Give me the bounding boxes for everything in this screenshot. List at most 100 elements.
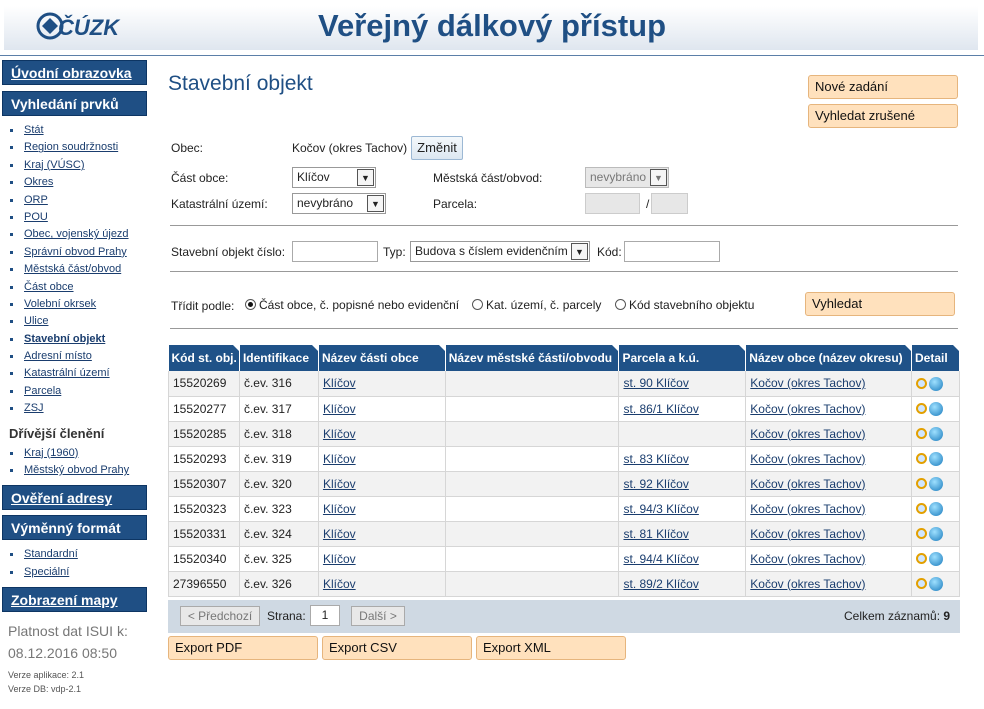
parcela-link[interactable]: st. 81 Klíčov [623, 527, 688, 541]
globe-icon[interactable] [928, 551, 943, 566]
cast-obce-link[interactable]: Klíčov [323, 376, 356, 390]
cast-obce-link[interactable]: Klíčov [323, 427, 356, 441]
column-header[interactable]: Název městské části/obvodu [445, 345, 620, 371]
nav-home[interactable]: Úvodní obrazovka [2, 60, 147, 85]
katastralni-uzemi-select[interactable]: nevybráno ▼ [292, 193, 386, 214]
nav-item-pou[interactable]: POU [10, 209, 150, 226]
cast-obce-link[interactable]: Klíčov [323, 527, 356, 541]
obec-link[interactable]: Kočov (okres Tachov) [750, 577, 865, 591]
nav-map[interactable]: Zobrazení mapy [2, 587, 147, 613]
magnifier-icon[interactable] [915, 553, 927, 565]
sort-by-kod-radio[interactable]: Kód stavebního objektu [615, 298, 754, 312]
nav-item-zsj[interactable]: ZSJ [10, 400, 150, 417]
cast-obce-link[interactable]: Klíčov [323, 402, 356, 416]
nav-item-orp[interactable]: ORP [10, 192, 150, 209]
nav-item-standard[interactable]: Standardní [10, 546, 150, 563]
mestska-cast-select[interactable]: nevybráno ▼ [585, 167, 669, 188]
nav-item-obec[interactable]: Obec, vojenský újezd [10, 226, 150, 243]
stavebni-objekt-input[interactable] [292, 241, 378, 262]
magnifier-icon[interactable] [915, 578, 927, 590]
cast-obce-link[interactable]: Klíčov [323, 502, 356, 516]
nav-item-kraj[interactable]: Kraj (VÚSC) [10, 157, 150, 174]
kod-cell: 15520285 [168, 421, 240, 447]
nav-item-mestsky-obvod[interactable]: Městský obvod Prahy [10, 462, 150, 479]
change-obec-button[interactable]: Změnit [411, 136, 463, 160]
nav-item-kraj-1960[interactable]: Kraj (1960) [10, 445, 150, 462]
globe-icon[interactable] [928, 401, 943, 416]
nav-item-ulice[interactable]: Ulice [10, 313, 150, 330]
column-header[interactable]: Detail [911, 345, 961, 371]
detail-cell [910, 571, 961, 597]
parcela-link[interactable]: st. 86/1 Klíčov [623, 402, 698, 416]
magnifier-icon[interactable] [915, 403, 927, 415]
obec-link[interactable]: Kočov (okres Tachov) [750, 502, 865, 516]
nav-item-stavebni-objekt[interactable]: Stavební objekt [10, 331, 150, 348]
globe-icon[interactable] [928, 576, 943, 591]
page-input[interactable]: 1 [310, 605, 340, 626]
obec-link[interactable]: Kočov (okres Tachov) [750, 527, 865, 541]
globe-icon[interactable] [928, 376, 943, 391]
parcela-link[interactable]: st. 90 Klíčov [623, 376, 688, 390]
magnifier-icon[interactable] [915, 478, 927, 490]
nav-item-spravni-obvod[interactable]: Správní obvod Prahy [10, 244, 150, 261]
obec-link[interactable]: Kočov (okres Tachov) [750, 452, 865, 466]
globe-icon[interactable] [928, 526, 943, 541]
cast-obce-link[interactable]: Klíčov [323, 452, 356, 466]
search-cancelled-button[interactable]: Vyhledat zrušené [808, 104, 958, 128]
nav-item-mestska-cast[interactable]: Městská část/obvod [10, 261, 150, 278]
search-button[interactable]: Vyhledat [805, 292, 955, 316]
nav-verify-address[interactable]: Ověření adresy [2, 485, 147, 511]
cast-obce-link[interactable]: Klíčov [323, 577, 356, 591]
parcela-link[interactable]: st. 89/2 Klíčov [623, 577, 698, 591]
column-header[interactable]: Název části obce [318, 345, 446, 371]
magnifier-icon[interactable] [915, 428, 927, 440]
obec-link[interactable]: Kočov (okres Tachov) [750, 427, 865, 441]
export-xml-button[interactable]: Export XML [476, 636, 626, 660]
obec-link[interactable]: Kočov (okres Tachov) [750, 552, 865, 566]
cast-obce-link[interactable]: Klíčov [323, 477, 356, 491]
obec-link[interactable]: Kočov (okres Tachov) [750, 477, 865, 491]
sort-by-kat-uzemi-radio[interactable]: Kat. území, č. parcely [472, 298, 601, 312]
column-header[interactable]: Název obce (název okresu) [745, 345, 912, 371]
nav-item-special[interactable]: Speciální [10, 564, 150, 581]
column-header[interactable]: Kód st. obj. [168, 345, 240, 371]
magnifier-icon[interactable] [915, 453, 927, 465]
kod-input[interactable] [624, 241, 720, 262]
app-version: Verze aplikace: 2.1 [8, 670, 85, 681]
parcela-link[interactable]: st. 92 Klíčov [623, 477, 688, 491]
export-csv-button[interactable]: Export CSV [322, 636, 472, 660]
cast-obce-link[interactable]: Klíčov [323, 552, 356, 566]
next-page-button[interactable]: Další > [351, 606, 405, 626]
nav-item-region[interactable]: Region soudržnosti [10, 139, 150, 156]
new-search-button[interactable]: Nové zadání [808, 75, 958, 99]
globe-icon[interactable] [928, 501, 943, 516]
typ-select[interactable]: Budova s číslem evidenčním ▼ [410, 241, 590, 262]
obec-link[interactable]: Kočov (okres Tachov) [750, 376, 865, 390]
prev-page-button[interactable]: < Předchozí [180, 606, 260, 626]
nav-item-cast-obce[interactable]: Část obce [10, 279, 150, 296]
cast-obce-select[interactable]: Klíčov ▼ [292, 167, 376, 188]
nav-item-adresni-misto[interactable]: Adresní místo [10, 348, 150, 365]
export-pdf-button[interactable]: Export PDF [168, 636, 318, 660]
column-header[interactable]: Identifikace [239, 345, 319, 371]
globe-icon[interactable] [928, 426, 943, 441]
parcela-subnumber-input[interactable] [651, 193, 688, 214]
globe-icon[interactable] [928, 476, 943, 491]
sort-by-cast-obce-radio[interactable]: Část obce, č. popisné nebo evidenční [245, 298, 459, 312]
column-header[interactable]: Parcela a k.ú. [618, 345, 747, 371]
magnifier-icon[interactable] [915, 528, 927, 540]
parcela-link[interactable]: st. 94/3 Klíčov [623, 502, 698, 516]
globe-icon[interactable] [928, 451, 943, 466]
parcela-number-input[interactable] [585, 193, 640, 214]
nav-item-stat[interactable]: Stát [10, 122, 150, 139]
nav-item-okres[interactable]: Okres [10, 174, 150, 191]
parcela-link[interactable]: st. 94/4 Klíčov [623, 552, 698, 566]
parcela-link[interactable]: st. 83 Klíčov [623, 452, 688, 466]
nav-item-volebni-okrsek[interactable]: Volební okrsek [10, 296, 150, 313]
nav-item-katastralni-uzemi[interactable]: Katastrální území [10, 365, 150, 382]
cast-obce-cell: Klíčov [317, 496, 446, 522]
nav-item-parcela[interactable]: Parcela [10, 383, 150, 400]
obec-link[interactable]: Kočov (okres Tachov) [750, 402, 865, 416]
magnifier-icon[interactable] [915, 378, 927, 390]
magnifier-icon[interactable] [915, 503, 927, 515]
